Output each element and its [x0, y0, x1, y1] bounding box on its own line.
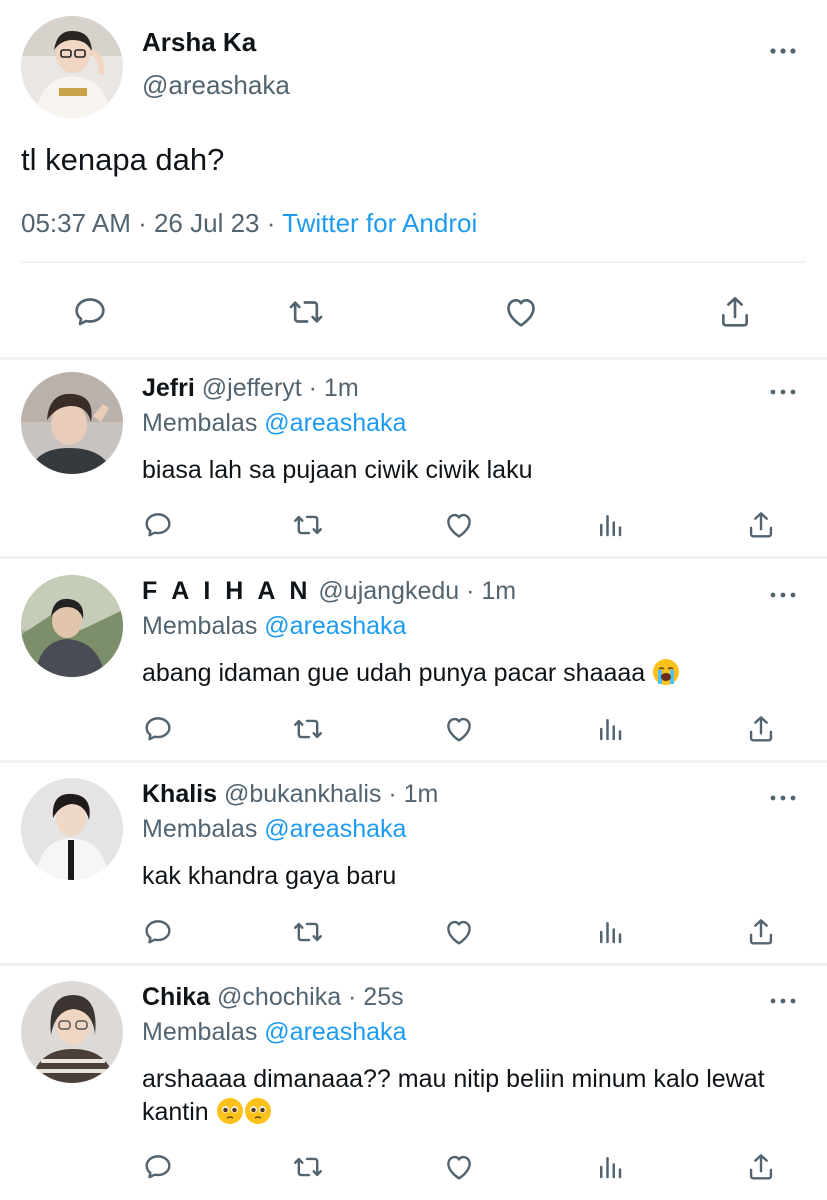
reply-handle-time[interactable]: @bukankhalis · 1m: [224, 780, 438, 808]
reply-text: arshaaaa dimanaaa?? mau nitip beliin min…: [142, 1063, 782, 1129]
divider: [21, 261, 806, 263]
reply-icon[interactable]: [66, 286, 114, 338]
reply-header: Khalis @bukankhalis · 1m: [142, 780, 438, 809]
reply-tweet: Chika @chochika · 25s Membalas @areashak…: [0, 969, 827, 1200]
reply-icon[interactable]: [138, 1147, 178, 1187]
mention-link[interactable]: @areashaka: [264, 815, 406, 843]
share-icon[interactable]: [741, 505, 781, 545]
more-options-icon[interactable]: [768, 786, 798, 810]
like-icon[interactable]: [439, 1147, 479, 1187]
reply-text-content: kak khandra gaya baru: [142, 862, 397, 890]
reply-text-content: abang idaman gue udah punya pacar shaaaa: [142, 659, 646, 687]
tweet-actions: [0, 286, 827, 338]
retweet-icon[interactable]: [288, 1147, 328, 1187]
reply-text: biasa lah sa pujaan ciwik ciwik laku: [142, 454, 782, 487]
reply-icon[interactable]: [138, 505, 178, 545]
share-icon[interactable]: [741, 1147, 781, 1187]
divider: [0, 963, 827, 966]
like-icon[interactable]: [439, 709, 479, 749]
replying-to-label: Membalas: [142, 815, 258, 843]
avatar[interactable]: [21, 372, 123, 474]
like-icon[interactable]: [439, 912, 479, 952]
tweet-time: 05:37 AM: [21, 208, 131, 238]
mention-link[interactable]: @areashaka: [264, 409, 406, 437]
reply-header: Jefri @jefferyt · 1m: [142, 374, 359, 403]
reply-author-name[interactable]: F A I H A N: [142, 577, 311, 605]
share-icon[interactable]: [741, 709, 781, 749]
share-icon[interactable]: [741, 912, 781, 952]
reply-actions: [0, 505, 827, 545]
pleading-face-emoji: [244, 1097, 272, 1125]
reply-handle-time[interactable]: @ujangkedu · 1m: [318, 577, 516, 605]
loudly-crying-face-emoji: [652, 658, 680, 686]
reply-actions: [0, 1147, 827, 1187]
reply-header: Chika @chochika · 25s: [142, 983, 404, 1012]
replying-to-label: Membalas: [142, 409, 258, 437]
reply-actions: [0, 709, 827, 749]
more-options-icon[interactable]: [768, 989, 798, 1013]
reply-text-content: biasa lah sa pujaan ciwik ciwik laku: [142, 456, 533, 484]
avatar[interactable]: [21, 778, 123, 880]
retweet-icon[interactable]: [288, 912, 328, 952]
tweet-meta: 05:37 AM · 26 Jul 23 · Twitter for Andro…: [21, 208, 477, 239]
replying-to: Membalas @areashaka: [142, 815, 406, 844]
author-handle[interactable]: @areashaka: [142, 70, 290, 101]
tweet-source-link[interactable]: Twitter for Androi: [282, 208, 477, 238]
divider: [0, 556, 827, 559]
reply-handle-time[interactable]: @chochika · 25s: [217, 983, 404, 1011]
reply-icon[interactable]: [138, 912, 178, 952]
replying-to-label: Membalas: [142, 1018, 258, 1046]
replying-to: Membalas @areashaka: [142, 409, 406, 438]
views-icon[interactable]: [590, 709, 630, 749]
retweet-icon[interactable]: [282, 286, 330, 338]
like-icon[interactable]: [497, 286, 545, 338]
avatar[interactable]: [21, 16, 123, 118]
reply-handle-time[interactable]: @jefferyt · 1m: [202, 374, 359, 402]
pleading-face-emoji: [216, 1097, 244, 1125]
reply-author-name[interactable]: Jefri: [142, 374, 195, 402]
reply-author-name[interactable]: Chika: [142, 983, 210, 1011]
tweet-text: tl kenapa dah?: [21, 142, 225, 177]
retweet-icon[interactable]: [288, 505, 328, 545]
views-icon[interactable]: [590, 912, 630, 952]
replying-to: Membalas @areashaka: [142, 612, 406, 641]
avatar[interactable]: [21, 981, 123, 1083]
replying-to: Membalas @areashaka: [142, 1018, 406, 1047]
main-tweet: Arsha Ka @areashaka tl kenapa dah? 05:37…: [0, 0, 827, 360]
mention-link[interactable]: @areashaka: [264, 1018, 406, 1046]
meta-separator: ·: [130, 208, 154, 238]
retweet-icon[interactable]: [288, 709, 328, 749]
more-options-icon[interactable]: [768, 36, 798, 66]
like-icon[interactable]: [439, 505, 479, 545]
views-icon[interactable]: [590, 505, 630, 545]
reply-tweet: Jefri @jefferyt · 1m Membalas @areashaka…: [0, 360, 827, 558]
reply-text: abang idaman gue udah punya pacar shaaaa: [142, 657, 782, 690]
views-icon[interactable]: [590, 1147, 630, 1187]
tweet-date: 26 Jul 23: [153, 208, 260, 238]
replying-to-label: Membalas: [142, 612, 258, 640]
more-options-icon[interactable]: [768, 583, 798, 607]
meta-separator: ·: [259, 208, 283, 238]
divider: [0, 760, 827, 763]
reply-actions: [0, 912, 827, 952]
mention-link[interactable]: @areashaka: [264, 612, 406, 640]
avatar[interactable]: [21, 575, 123, 677]
reply-header: F A I H A N @ujangkedu · 1m: [142, 577, 516, 606]
reply-text: kak khandra gaya baru: [142, 860, 782, 893]
reply-tweet: Khalis @bukankhalis · 1m Membalas @areas…: [0, 766, 827, 964]
reply-author-name[interactable]: Khalis: [142, 780, 217, 808]
more-options-icon[interactable]: [768, 380, 798, 404]
author-name[interactable]: Arsha Ka: [142, 27, 256, 58]
reply-icon[interactable]: [138, 709, 178, 749]
reply-tweet: F A I H A N @ujangkedu · 1m Membalas @ar…: [0, 563, 827, 761]
share-icon[interactable]: [711, 286, 759, 338]
